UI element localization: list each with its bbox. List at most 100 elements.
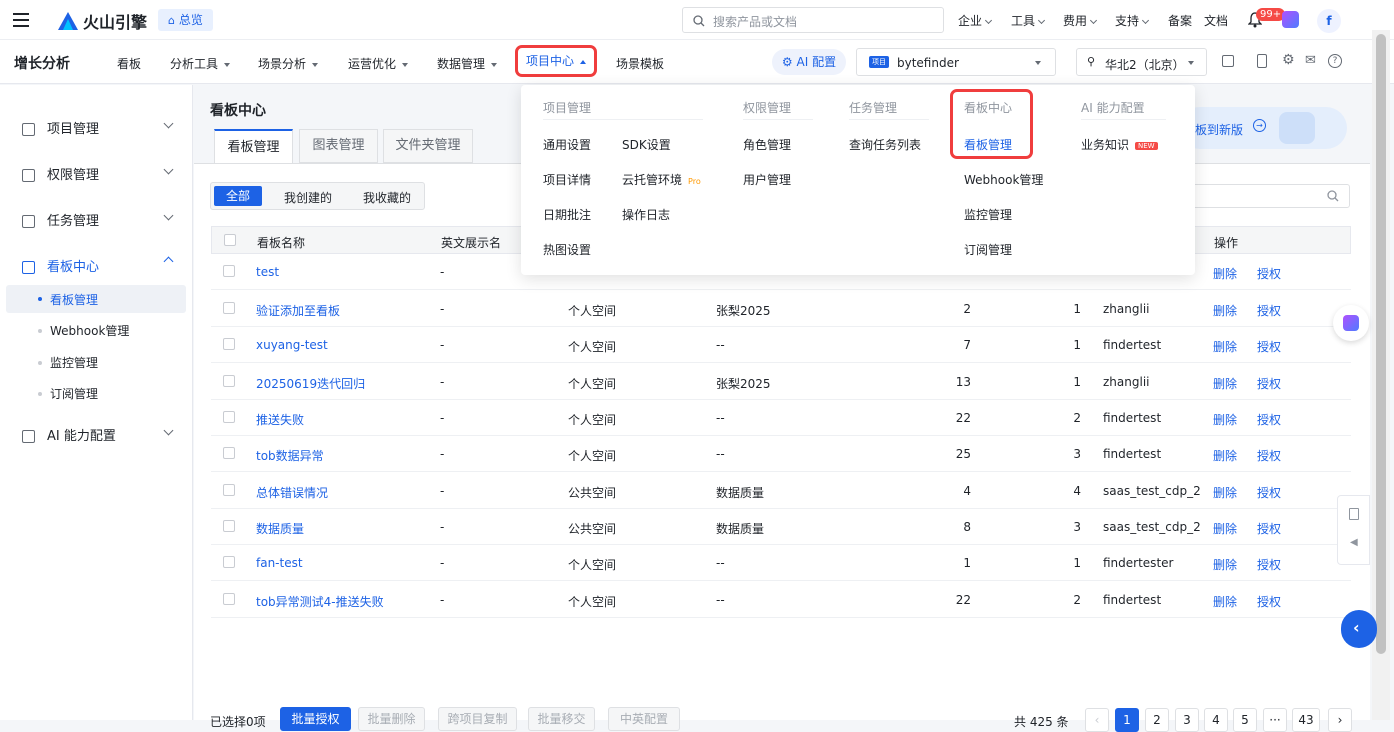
row-delete-link[interactable]: 删除 (1213, 411, 1237, 428)
row-name[interactable]: tob数据异常 (256, 447, 324, 464)
menu-scene-analysis[interactable]: 场景分析 (258, 55, 319, 72)
lang-config-button[interactable]: 中英配置 (608, 707, 680, 731)
page-2[interactable]: 2 (1145, 708, 1169, 732)
overview-button[interactable]: ⌂ 总览 (158, 9, 213, 31)
row-delete-link[interactable]: 删除 (1213, 265, 1237, 282)
row-checkbox[interactable] (223, 520, 235, 532)
row-delete-link[interactable]: 删除 (1213, 593, 1237, 610)
nav-support[interactable]: 支持 (1115, 12, 1150, 29)
expand-float-button[interactable]: ‹ (1341, 610, 1377, 648)
page-43[interactable]: 43 (1292, 708, 1320, 732)
batch-auth-button[interactable]: 批量授权 (280, 707, 351, 731)
avatar[interactable]: f (1317, 9, 1341, 33)
page-3[interactable]: 3 (1175, 708, 1199, 732)
next-page-button[interactable]: › (1328, 708, 1352, 732)
page-5[interactable]: 5 (1233, 708, 1257, 732)
prev-page-button[interactable]: ‹ (1085, 708, 1109, 732)
row-name[interactable]: 验证添加至看板 (256, 302, 340, 319)
menu-data-manage[interactable]: 数据管理 (437, 55, 498, 72)
sidebar-item-task[interactable]: 任务管理 (22, 210, 182, 229)
row-auth-link[interactable]: 授权 (1257, 302, 1281, 319)
row-checkbox[interactable] (223, 556, 235, 568)
row-delete-link[interactable]: 删除 (1213, 484, 1237, 501)
row-name[interactable]: test (256, 265, 279, 279)
page-ellipsis[interactable]: ··· (1263, 708, 1287, 732)
row-name[interactable]: xuyang-test (256, 338, 328, 352)
menu-dashboard[interactable]: 看板 (117, 55, 141, 72)
row-auth-link[interactable]: 授权 (1257, 411, 1281, 428)
dd-operation-log[interactable]: 操作日志 (622, 206, 670, 223)
sidebar-item-dashboard-center[interactable]: 看板中心 (22, 256, 182, 275)
help-icon[interactable]: ? (1328, 54, 1342, 68)
doc-search-icon[interactable] (1349, 508, 1359, 520)
row-auth-link[interactable]: 授权 (1257, 265, 1281, 282)
row-name[interactable]: fan-test (256, 556, 303, 570)
settings-icon[interactable]: ⚙ (1282, 52, 1295, 68)
row-auth-link[interactable]: 授权 (1257, 556, 1281, 573)
table-search-input[interactable] (1174, 184, 1350, 208)
row-name[interactable]: tob异常测试4-推送失败 (256, 593, 384, 610)
project-select[interactable]: 项目 bytefinder (856, 48, 1056, 76)
mobile-icon[interactable] (1257, 54, 1267, 68)
row-checkbox[interactable] (223, 447, 235, 459)
row-checkbox[interactable] (223, 302, 235, 314)
row-checkbox[interactable] (223, 593, 235, 605)
dd-business-knowledge[interactable]: 业务知识 NEW (1081, 136, 1158, 153)
doc-icon[interactable] (1222, 55, 1234, 67)
sidebar-item-permission[interactable]: 权限管理 (22, 164, 182, 183)
dd-webhook-manage[interactable]: Webhook管理 (964, 171, 1043, 188)
row-delete-link[interactable]: 删除 (1213, 447, 1237, 464)
dd-user-manage[interactable]: 用户管理 (743, 171, 791, 188)
notification-bell[interactable]: 99+ (1247, 8, 1286, 31)
select-all-checkbox[interactable] (224, 234, 236, 246)
filter-all[interactable]: 全部 (214, 186, 262, 206)
region-select[interactable]: ⚲ 华北2（北京） (1076, 48, 1207, 76)
search-input[interactable]: 搜索产品或文档 (682, 7, 944, 33)
row-name[interactable]: 数据质量 (256, 520, 304, 537)
collapse-left-icon[interactable]: ◀ (1350, 537, 1358, 548)
menu-ops-optimize[interactable]: 运营优化 (348, 55, 409, 72)
menu-scene-templates[interactable]: 场景模板 (616, 55, 664, 72)
row-auth-link[interactable]: 授权 (1257, 375, 1281, 392)
row-delete-link[interactable]: 删除 (1213, 520, 1237, 537)
dd-project-detail[interactable]: 项目详情 (543, 171, 591, 188)
mail-icon[interactable]: ✉ (1305, 53, 1316, 68)
row-auth-link[interactable]: 授权 (1257, 447, 1281, 464)
sidebar-subitem-subscribe[interactable]: 订阅管理 (50, 385, 98, 402)
nav-filing[interactable]: 备案 (1168, 12, 1192, 29)
sidebar-subitem-monitor[interactable]: 监控管理 (50, 354, 98, 371)
dd-cloud-env[interactable]: 云托管环境 Pro (622, 171, 701, 188)
batch-move-button[interactable]: 批量移交 (528, 707, 595, 731)
ai-float-button[interactable] (1333, 305, 1369, 341)
row-checkbox[interactable] (223, 411, 235, 423)
tab-folder-manage[interactable]: 文件夹管理 (383, 129, 473, 163)
sidebar-item-project-manage[interactable]: 项目管理 (22, 118, 182, 137)
dd-subscribe-manage[interactable]: 订阅管理 (964, 241, 1012, 258)
new-version-banner[interactable]: 板到新版 → (1179, 107, 1347, 149)
dd-dashboard-manage[interactable]: 看板管理 (964, 136, 1012, 153)
ai-assistant-icon[interactable] (1282, 11, 1299, 28)
row-checkbox[interactable] (223, 265, 235, 277)
filter-favorited[interactable]: 我收藏的 (363, 189, 411, 206)
row-name[interactable]: 20250619迭代回归 (256, 375, 365, 392)
nav-docs[interactable]: 文档 (1204, 12, 1228, 29)
row-delete-link[interactable]: 删除 (1213, 375, 1237, 392)
menu-icon[interactable] (13, 13, 29, 27)
dd-sdk-settings[interactable]: SDK设置 (622, 136, 671, 153)
row-name[interactable]: 推送失败 (256, 411, 304, 428)
nav-tools[interactable]: 工具 (1011, 12, 1046, 29)
sidebar-item-ai-config[interactable]: AI 能力配置 (22, 425, 182, 444)
page-1[interactable]: 1 (1115, 708, 1139, 732)
dd-query-task-list[interactable]: 查询任务列表 (849, 136, 921, 153)
dd-heatmap-settings[interactable]: 热图设置 (543, 241, 591, 258)
filter-created[interactable]: 我创建的 (284, 189, 332, 206)
dd-date-annotation[interactable]: 日期批注 (543, 206, 591, 223)
brand-logo[interactable]: 火山引擎 (57, 9, 147, 33)
row-checkbox[interactable] (223, 484, 235, 496)
dd-monitor-manage[interactable]: 监控管理 (964, 206, 1012, 223)
page-4[interactable]: 4 (1204, 708, 1228, 732)
tab-dashboard-manage[interactable]: 看板管理 (214, 129, 293, 164)
row-checkbox[interactable] (223, 338, 235, 350)
nav-enterprise[interactable]: 企业 (958, 12, 993, 29)
dd-general-settings[interactable]: 通用设置 (543, 136, 591, 153)
